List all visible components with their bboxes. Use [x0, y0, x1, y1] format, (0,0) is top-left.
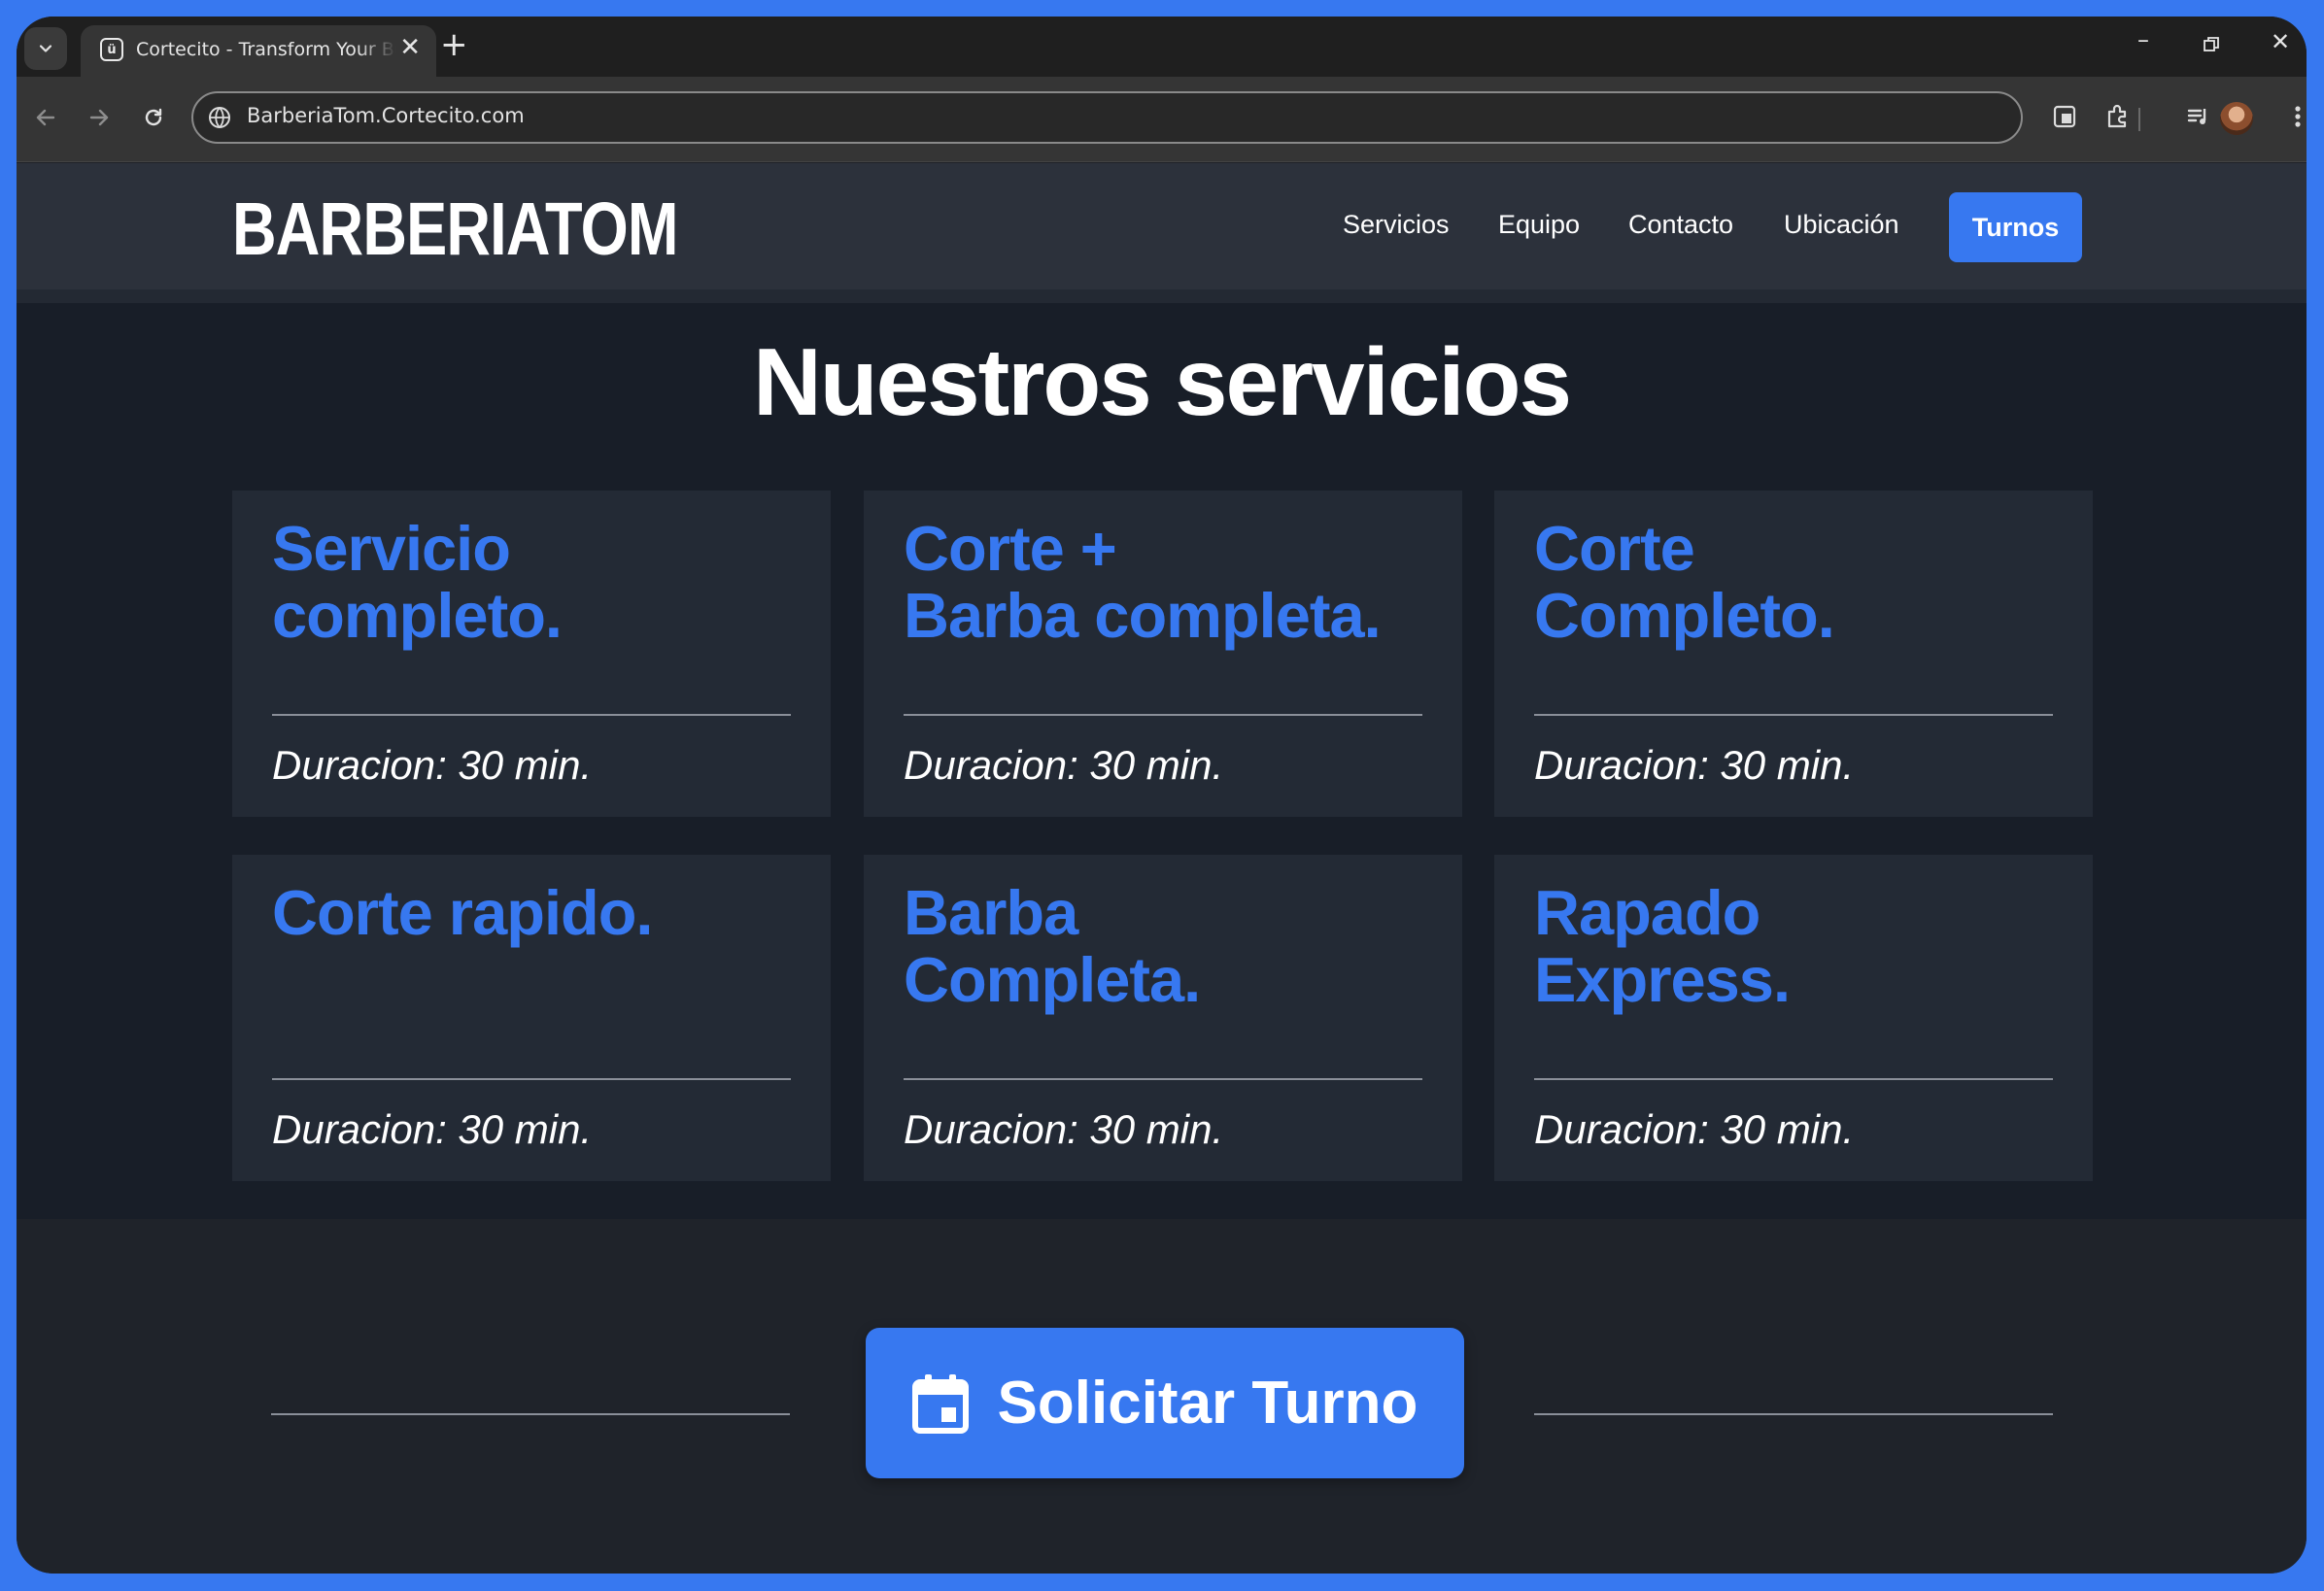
tab-search-button[interactable]: [24, 27, 67, 70]
browser-toolbar: BarberiaTom.Cortecito.com: [17, 77, 2307, 162]
card-divider: [1534, 714, 2053, 716]
tab-active[interactable]: ü Cortecito - Transform Your Business ✕: [81, 25, 436, 77]
header-divider: [17, 289, 2307, 303]
tab-strip: ü Cortecito - Transform Your Business ✕ …: [17, 17, 2307, 77]
close-window-button[interactable]: ✕: [2271, 30, 2290, 53]
service-name: Corte rapido.: [272, 877, 653, 948]
nav-link-equipo[interactable]: Equipo: [1498, 210, 1580, 240]
nav-link-contacto[interactable]: Contacto: [1628, 210, 1733, 240]
address-bar[interactable]: BarberiaTom.Cortecito.com: [191, 91, 2023, 144]
cta-divider-left: [271, 1413, 790, 1415]
card-divider: [272, 714, 791, 716]
url-text: BarberiaTom.Cortecito.com: [247, 104, 525, 127]
reading-list-button[interactable]: [2045, 97, 2084, 136]
extensions-button[interactable]: [2099, 97, 2137, 136]
chevron-down-icon: [39, 45, 52, 52]
turnos-button[interactable]: Turnos: [1949, 192, 2082, 262]
service-card[interactable]: Servicio completo. Duracion: 30 min.: [232, 491, 831, 817]
forward-button[interactable]: [78, 96, 120, 139]
tab-title: Cortecito - Transform Your Business: [136, 39, 396, 60]
service-name: Corte + Barba completa.: [904, 513, 1382, 651]
solicitar-turno-button[interactable]: Solicitar Turno: [866, 1328, 1464, 1478]
service-card[interactable]: Corte Completo. Duracion: 30 min.: [1494, 491, 2093, 817]
new-tab-button[interactable]: +: [440, 28, 468, 61]
puzzle-icon: [2107, 104, 2127, 128]
card-divider: [1534, 1078, 2053, 1080]
service-name: Barba Completa.: [904, 877, 1201, 1015]
reload-button[interactable]: [132, 96, 175, 139]
minimize-button[interactable]: –: [2137, 28, 2149, 51]
arrow-left-icon: [36, 109, 55, 126]
card-divider: [904, 1078, 1422, 1080]
reload-icon: [145, 108, 162, 126]
tab-close-icon[interactable]: ✕: [399, 35, 421, 60]
service-card[interactable]: Corte rapido. Duracion: 30 min.: [232, 855, 831, 1181]
service-duration: Duracion: 30 min.: [272, 742, 593, 788]
restore-button[interactable]: [2203, 34, 2220, 57]
nav-link-ubicacion[interactable]: Ubicación: [1784, 210, 1899, 240]
service-name: Rapado Express.: [1534, 877, 1791, 1015]
site-header: BARBERIATOM Servicios Equipo Contacto Ub…: [17, 163, 2307, 289]
nav-link-servicios[interactable]: Servicios: [1343, 210, 1450, 240]
cta-section: Solicitar Turno: [17, 1219, 2307, 1574]
card-divider: [272, 1078, 791, 1080]
back-button[interactable]: [24, 96, 67, 139]
service-name: Servicio completo.: [272, 513, 563, 651]
arrow-right-icon: [89, 109, 109, 126]
service-duration: Duracion: 30 min.: [904, 1106, 1224, 1152]
calendar-icon: [911, 1373, 969, 1434]
toolbar-separator: [2138, 108, 2140, 131]
profile-avatar[interactable]: [2220, 102, 2253, 135]
browser-window: ü Cortecito - Transform Your Business ✕ …: [17, 17, 2307, 1574]
service-duration: Duracion: 30 min.: [272, 1106, 593, 1152]
media-controls-button[interactable]: [2179, 97, 2218, 136]
card-divider: [904, 714, 1422, 716]
service-card[interactable]: Corte + Barba completa. Duracion: 30 min.: [864, 491, 1462, 817]
solicitar-turno-label: Solicitar Turno: [997, 1370, 1418, 1437]
service-card[interactable]: Barba Completa. Duracion: 30 min.: [864, 855, 1462, 1181]
menu-button[interactable]: [2278, 97, 2307, 136]
services-section: Nuestros servicios Servicio completo. Dur…: [17, 303, 2307, 1219]
restore-icon: [2204, 37, 2219, 51]
cta-divider-right: [1534, 1413, 2053, 1415]
service-card[interactable]: Rapado Express. Duracion: 30 min.: [1494, 855, 2093, 1181]
more-vert-icon: [2295, 106, 2301, 127]
queue-music-icon: [2187, 109, 2206, 124]
service-duration: Duracion: 30 min.: [904, 742, 1224, 788]
site-info-icon[interactable]: [207, 105, 232, 130]
sidepanel-icon: [2053, 105, 2076, 128]
section-title: Nuestros servicios: [753, 328, 1572, 435]
service-name: Corte Completo.: [1534, 513, 1835, 651]
favicon-icon: ü: [100, 38, 123, 61]
site-logo[interactable]: BARBERIATOM: [232, 192, 678, 267]
service-duration: Duracion: 30 min.: [1534, 742, 1855, 788]
service-duration: Duracion: 30 min.: [1534, 1106, 1855, 1152]
